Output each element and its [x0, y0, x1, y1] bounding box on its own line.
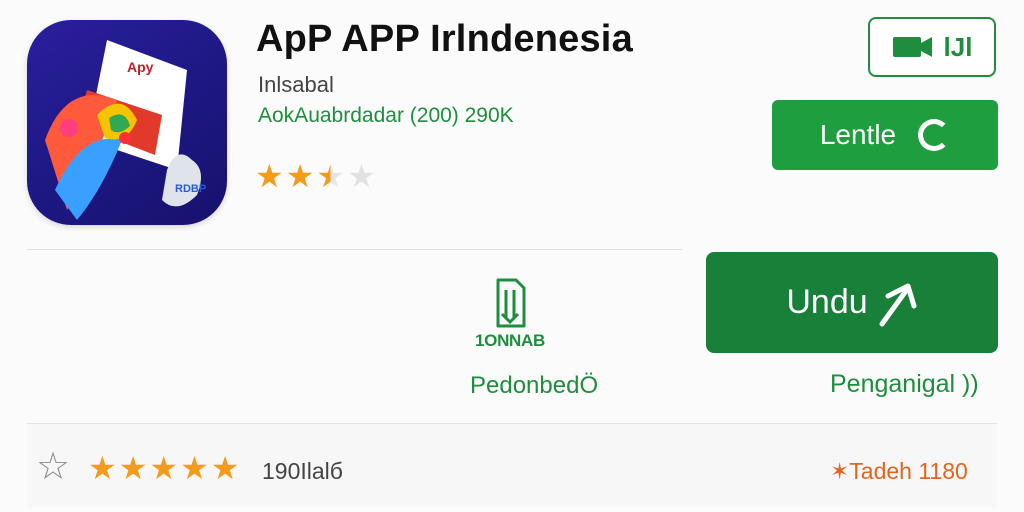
stat-link[interactable]: PedonbedÖ	[470, 372, 598, 400]
star-empty-icon: ★	[347, 158, 376, 194]
lentie-button[interactable]: Lentle	[772, 100, 998, 170]
developer-name[interactable]: Inlsabal	[258, 72, 334, 98]
rating-stars-bottom: ★ ★ ★ ★ ★	[88, 452, 239, 484]
pengangkal-link[interactable]: Penganigal ))	[830, 370, 979, 399]
star-icon: ★	[255, 158, 284, 194]
app-title: ApP APP Irlndenesia	[256, 18, 633, 60]
camera-button[interactable]: lJl	[868, 17, 996, 77]
star-outline-icon[interactable]: ☆	[36, 448, 70, 486]
file-icon	[496, 278, 526, 328]
star-half-icon: ★	[316, 158, 346, 194]
svg-text:RDBP: RDBP	[175, 183, 206, 195]
star-icon: ★	[210, 450, 240, 486]
download-button[interactable]: Undu	[706, 252, 998, 353]
app-icon-logo: Apy RDBP	[45, 40, 206, 220]
app-meta: AokAuabrdadar (200) 290K	[258, 104, 514, 127]
camera-button-label: lJl	[943, 31, 973, 62]
stat-value: 1ONNAB	[475, 331, 545, 350]
star-icon: ★	[180, 450, 209, 486]
camera-icon	[892, 37, 932, 57]
review-count: 190Ilalб	[262, 458, 343, 484]
refresh-icon	[918, 119, 951, 151]
download-button-label: Undu	[786, 283, 868, 321]
lentie-button-label: Lentle	[819, 119, 897, 150]
divider	[27, 249, 682, 250]
review-tag[interactable]: ✶Tadeh 1180	[830, 458, 968, 485]
svg-text:Apy: Apy	[127, 59, 154, 75]
arrow-up-right-icon	[879, 283, 917, 326]
star-icon: ★	[88, 450, 117, 486]
star-icon: ★	[285, 158, 315, 194]
rating-stars-top: ★ ★ ★ ★	[255, 160, 376, 192]
app-icon: Apy RDBP	[27, 20, 227, 225]
star-icon: ★	[118, 450, 148, 486]
star-icon: ★	[149, 450, 179, 486]
